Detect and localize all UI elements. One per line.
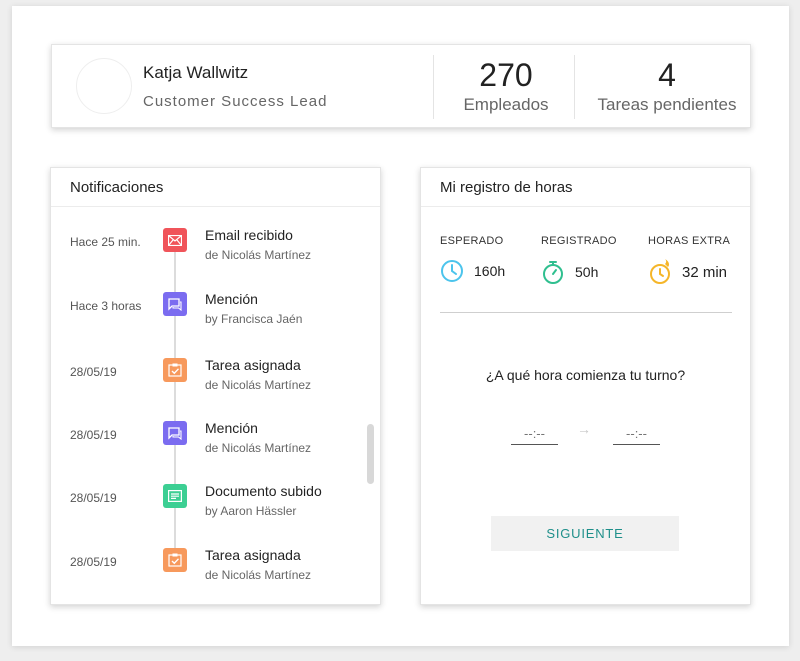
stopwatch-icon (543, 261, 563, 284)
notification-item[interactable]: 28/05/19 Tarea asignada de Nicolás Martí… (51, 355, 380, 405)
clipboard-check-icon (163, 358, 187, 382)
notification-title: Mención (205, 291, 258, 307)
stat-employees-value: 270 (479, 57, 533, 93)
notification-sender: by Francisca Jaén (205, 312, 303, 326)
divider (433, 55, 434, 119)
shift-end-input[interactable] (613, 423, 660, 445)
clock-icon (441, 260, 463, 282)
document-icon (163, 484, 187, 508)
notification-time: Hace 25 min. (70, 235, 141, 249)
time-log-panel: Mi registro de horas ESPERADO 160h REGIS… (420, 167, 751, 605)
notification-time: 28/05/19 (70, 365, 117, 379)
time-log-title: Mi registro de horas (440, 179, 573, 196)
notification-sender: de Nicolás Martínez (205, 441, 312, 455)
notification-title: Mención (205, 420, 258, 436)
arrow-right-icon: → (577, 421, 591, 437)
notification-time: 28/05/19 (70, 555, 117, 569)
notification-title: Tarea asignada (205, 357, 301, 373)
notification-time: 28/05/19 (70, 428, 117, 442)
time-log-header: Mi registro de horas (421, 168, 750, 207)
notification-item[interactable]: 28/05/19 Mención de Nicolás Martínez (51, 418, 380, 468)
shift-start-input[interactable] (511, 423, 558, 445)
stat-overtime-value: 32 min (682, 263, 728, 281)
profile-name: Katja Wallwitz (143, 63, 249, 82)
clock-fire-icon (650, 259, 670, 284)
notifications-header: Notificaciones (51, 168, 380, 207)
clipboard-check-icon (163, 548, 187, 572)
stat-logged-value: 50h (575, 264, 599, 280)
notification-sender: by Aaron Hässler (205, 504, 297, 518)
stat-expected-label: ESPERADO (440, 235, 504, 247)
notification-sender: de Nicolás Martínez (205, 378, 312, 392)
stat-employees-label: Empleados (463, 95, 549, 114)
notification-item[interactable]: 28/05/19 Tarea asignada de Nicolás Martí… (51, 545, 380, 595)
stat-logged: REGISTRADO 50h (541, 235, 617, 284)
profile-role: Customer Success Lead (143, 93, 328, 110)
stat-expected-value-row: 160h (440, 259, 505, 283)
notification-title: Email recibido (205, 227, 293, 243)
notification-title: Tarea asignada (205, 547, 301, 563)
stat-expected: ESPERADO 160h (440, 235, 505, 282)
shift-question: ¿A qué hora comienza tu turno? (485, 367, 686, 383)
notification-sender: de Nicolás Martínez (205, 248, 312, 262)
stat-expected-value: 160h (474, 263, 506, 279)
notification-time: 28/05/19 (70, 491, 117, 505)
avatar[interactable] (76, 58, 132, 114)
notification-time: Hace 3 horas (70, 299, 142, 313)
stat-overtime-label: HORAS EXTRA (648, 235, 731, 247)
stat-pending-tasks-label: Tareas pendientes (597, 95, 737, 114)
notification-item[interactable]: Hace 3 horas Mención by Francisca Jaén (51, 289, 380, 339)
chat-icon (163, 421, 187, 445)
stat-overtime: HORAS EXTRA 32 min (648, 235, 731, 284)
chat-icon (163, 292, 187, 316)
next-button[interactable]: SIGUIENTE (491, 516, 679, 551)
notifications-panel: Notificaciones Hace 25 min. Email recibi… (50, 167, 381, 605)
notification-title: Documento subido (205, 483, 322, 499)
stat-employees[interactable]: 270 Empleados (452, 57, 560, 115)
stat-overtime-value-row: 32 min (648, 259, 727, 285)
notifications-title: Notificaciones (70, 179, 164, 196)
notification-sender: de Nicolás Martínez (205, 568, 312, 582)
stat-logged-value-row: 50h (541, 259, 598, 285)
profile-card: Katja Wallwitz Customer Success Lead 270… (51, 44, 751, 128)
notifications-scrollbar[interactable] (367, 424, 374, 484)
divider (440, 312, 732, 313)
stat-pending-tasks-value: 4 (658, 57, 676, 93)
stat-logged-label: REGISTRADO (541, 235, 617, 247)
notification-item[interactable]: 28/05/19 Documento subido by Aaron Hässl… (51, 481, 380, 531)
notification-item[interactable]: Hace 25 min. Email recibido de Nicolás M… (51, 225, 380, 275)
stat-pending-tasks[interactable]: 4 Tareas pendientes (588, 57, 746, 115)
mail-icon (163, 228, 187, 252)
divider (574, 55, 575, 119)
